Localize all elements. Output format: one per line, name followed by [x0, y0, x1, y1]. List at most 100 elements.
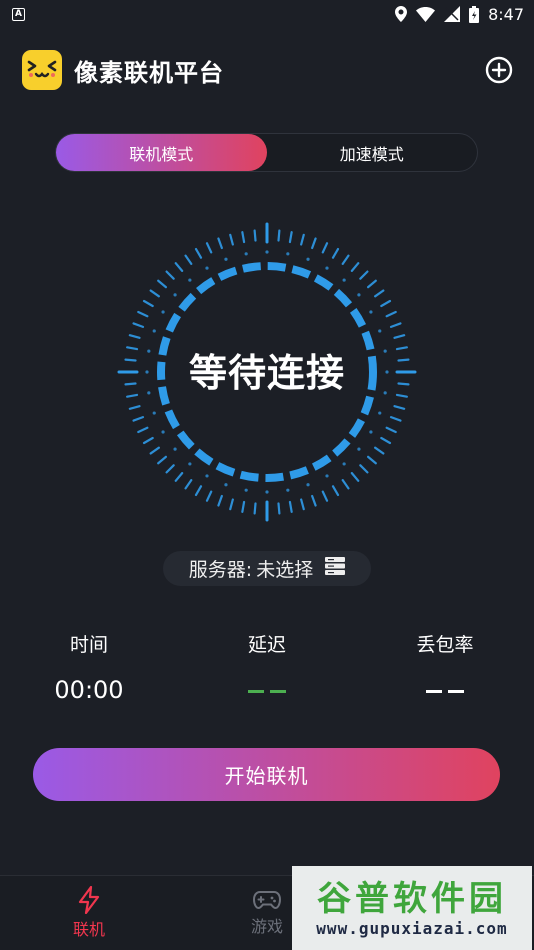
- dial-dot: [161, 310, 165, 314]
- server-selector[interactable]: 服务器: 未选择: [163, 551, 371, 586]
- add-button[interactable]: [484, 55, 514, 85]
- dial-dot: [173, 293, 177, 297]
- dial-tick: [380, 299, 392, 308]
- dial-tick: [229, 498, 234, 511]
- dial-tick: [253, 502, 257, 515]
- dial-dot: [152, 329, 156, 333]
- dial-dot: [244, 488, 248, 492]
- dial-tick: [184, 479, 193, 490]
- dial-tick: [128, 334, 141, 339]
- dial-tick: [128, 405, 141, 410]
- latency-dash: [270, 689, 286, 693]
- connection-status-text: 等待连接: [188, 351, 345, 395]
- plus-circle-icon: [485, 56, 513, 84]
- signal-icon: [444, 6, 461, 22]
- gamepad-icon: [253, 891, 281, 910]
- latency-dash: [248, 689, 264, 693]
- stat-loss-label: 丢包率: [416, 634, 474, 656]
- dial-dot: [244, 252, 248, 256]
- dial-tick: [157, 455, 167, 465]
- dial-tick: [217, 237, 223, 250]
- watermark-url: www.gupuxiazai.com: [316, 918, 508, 938]
- mode-toggle: 联机模式 加速模式: [55, 133, 478, 172]
- dial-dot: [369, 430, 373, 434]
- nav-item-lianji[interactable]: 联机: [0, 876, 178, 950]
- dial-dot: [152, 411, 156, 415]
- nav-item-label: 游戏: [250, 917, 283, 936]
- dial-dot: [357, 447, 361, 451]
- stat-loss-value: [375, 675, 515, 705]
- dial-dot: [286, 252, 290, 256]
- notification-icon: A: [12, 7, 25, 21]
- dial-tick: [393, 405, 406, 410]
- dial-tick: [321, 490, 329, 502]
- stat-time-label: 时间: [69, 634, 108, 656]
- dial-tick: [350, 472, 360, 482]
- dial-dot: [306, 483, 310, 487]
- dial-dot: [205, 474, 209, 478]
- watermark-main: 谷普软件园: [317, 878, 507, 919]
- dial-dot: [325, 474, 329, 478]
- dial-tick: [277, 229, 281, 242]
- dial-tick: [194, 247, 203, 259]
- dial-dot: [369, 310, 373, 314]
- dial-tick: [205, 242, 213, 254]
- dial-tick: [137, 426, 149, 434]
- dial-tick: [350, 262, 360, 272]
- tab-accelerate-mode[interactable]: 加速模式: [267, 134, 478, 171]
- dial-tick: [137, 310, 149, 318]
- dial-tick: [149, 446, 160, 455]
- dial-tick: [341, 254, 350, 265]
- dial-tick: [331, 247, 340, 259]
- dial-tick: [380, 436, 392, 445]
- dial-tick: [311, 494, 317, 507]
- dial-tick: [132, 322, 145, 328]
- nav-item-label: 联机: [72, 920, 105, 939]
- dial-tick: [288, 231, 293, 244]
- dial-tick: [300, 233, 305, 246]
- stat-latency: 延迟: [197, 630, 337, 705]
- dial-dot: [306, 257, 310, 261]
- location-icon: [395, 6, 408, 22]
- dial-dot: [265, 250, 269, 254]
- dial-tick: [359, 270, 369, 280]
- dial-tick: [374, 446, 385, 455]
- loss-dash: [448, 689, 464, 693]
- dial-tick: [253, 229, 257, 242]
- dial-tick: [194, 485, 203, 497]
- app-title: 像素联机平台: [74, 58, 224, 87]
- dial-tick: [157, 279, 167, 289]
- dial-dot: [378, 329, 382, 333]
- start-connect-button[interactable]: 开始联机: [33, 748, 500, 801]
- dial-dot: [224, 483, 228, 487]
- dial-dot: [265, 490, 269, 494]
- stat-latency-label: 延迟: [247, 634, 286, 656]
- dial-tick: [241, 231, 246, 244]
- dial-tick: [132, 416, 145, 422]
- app-bar: 像素联机平台: [0, 44, 534, 96]
- status-bar: A 8:47: [0, 0, 534, 28]
- lightning-icon: [78, 886, 100, 914]
- dial-tick: [389, 322, 402, 328]
- dial-tick: [341, 479, 350, 490]
- dial-dot: [286, 488, 290, 492]
- server-value: 未选择: [256, 559, 314, 581]
- dial-tick: [300, 498, 305, 511]
- tab-lianji-mode[interactable]: 联机模式: [56, 134, 267, 171]
- server-label: 服务器:: [188, 559, 253, 581]
- dial-dot: [188, 278, 192, 282]
- dial-dot: [224, 257, 228, 261]
- stat-time: 时间 00:00: [19, 630, 159, 705]
- dial-tick: [174, 472, 184, 482]
- dial-dot: [325, 266, 329, 270]
- dial-tick: [374, 289, 385, 298]
- dial-tick: [142, 299, 154, 308]
- watermark: 谷普软件园 www.gupuxiazai.com: [292, 866, 532, 950]
- dial-tick: [288, 500, 293, 513]
- dial-tick: [165, 270, 175, 280]
- dial-tick: [311, 237, 317, 250]
- dial-tick: [367, 279, 377, 289]
- dial-tick: [359, 464, 369, 474]
- battery-icon: [469, 5, 480, 23]
- dial-tick: [149, 289, 160, 298]
